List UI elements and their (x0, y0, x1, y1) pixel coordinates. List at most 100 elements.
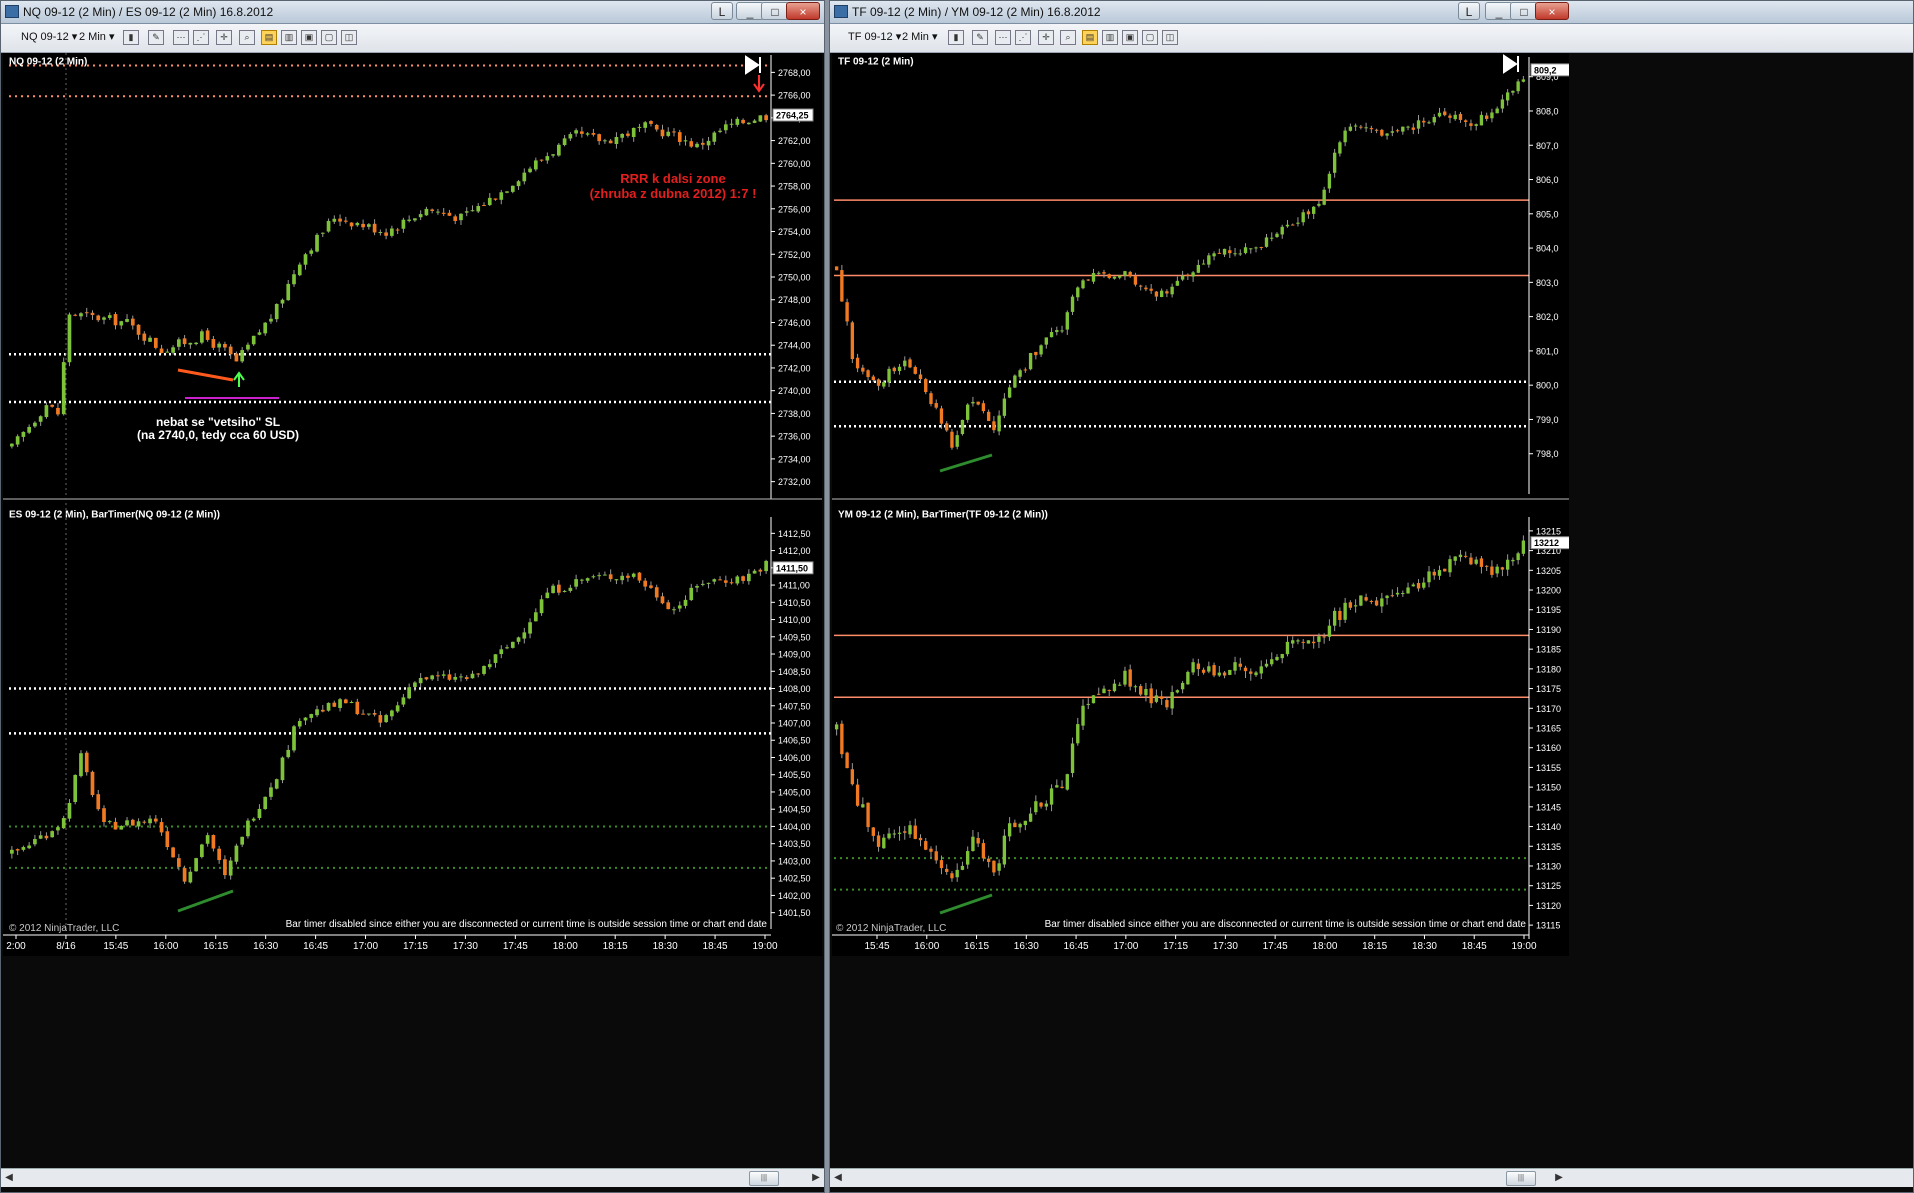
tf-candle (1243, 247, 1248, 254)
link-button[interactable]: L (711, 2, 733, 20)
bar-width-icon[interactable]: ▥ (281, 30, 297, 45)
scroll-left-icon[interactable]: ◀ (1, 1169, 17, 1187)
zoom-icon[interactable]: ⌕ (239, 30, 255, 45)
es-candle (464, 677, 469, 679)
zoom-icon[interactable]: ⌕ (1060, 30, 1076, 45)
drawing-tool-icon[interactable]: ✎ (972, 30, 988, 45)
es-candle (453, 676, 458, 680)
nq-candle (315, 234, 319, 252)
chart-style-icon[interactable]: ▮ (123, 30, 139, 45)
es-price-label: 1407,00 (778, 719, 811, 729)
tf-candle (1102, 272, 1106, 274)
rrr-annotation-line2: (zhruba z dubna 2012) 1:7 ! (590, 186, 757, 201)
crosshair-icon[interactable]: ✛ (1038, 30, 1054, 45)
es-candle (510, 641, 515, 648)
right-time-label: 17:30 (1213, 941, 1238, 952)
indicator-icon[interactable]: ⋯ (995, 30, 1011, 45)
minimize-button[interactable]: _ (736, 2, 764, 20)
link-button[interactable]: L (1458, 2, 1480, 20)
tf-last-price-label: 809,2 (1534, 65, 1557, 75)
scroll-thumb[interactable]: ||| (749, 1171, 779, 1186)
left-horizontal-scrollbar[interactable]: ◀ ||| ▶ (1, 1168, 824, 1187)
tf-candle (1380, 129, 1384, 136)
ym-candle (1443, 568, 1447, 572)
ym-candle (1500, 567, 1505, 570)
template-icon[interactable]: ◫ (1162, 30, 1178, 45)
nq-price-label: 2742,00 (778, 363, 811, 373)
nq-candle (309, 250, 314, 254)
es-candle (700, 583, 705, 585)
tf-candle (845, 302, 849, 322)
nq-candle (263, 322, 268, 334)
left-chart-area[interactable]: 2768,002766,002764,002762,002760,002758,… (3, 53, 822, 956)
ym-price-label: 13155 (1536, 763, 1561, 773)
tf-candle (1453, 114, 1457, 120)
scroll-right-icon[interactable]: ▶ (808, 1169, 824, 1187)
close-button[interactable]: × (786, 2, 820, 20)
instrument-selector[interactable]: NQ 09-12 ▾ (21, 29, 77, 46)
picture-icon[interactable]: ▣ (301, 30, 317, 45)
tf-candle (1301, 212, 1305, 223)
properties-icon[interactable]: ▢ (321, 30, 337, 45)
ym-candle (1097, 693, 1101, 695)
maximize-button[interactable]: □ (1510, 2, 1538, 20)
nq-candle (666, 131, 671, 136)
template-icon[interactable]: ◫ (341, 30, 357, 45)
tf-candle (1275, 233, 1279, 238)
es-candle (303, 717, 308, 721)
go-to-end-icon[interactable] (1503, 54, 1519, 74)
left-window-title: NQ 09-12 (2 Min) / ES 09-12 (2 Min) 16.8… (23, 5, 274, 19)
indicator-icon[interactable]: ⋯ (173, 30, 189, 45)
ym-candle (934, 851, 938, 861)
ym-candle (861, 804, 865, 808)
nq-candle (67, 314, 72, 363)
es-price-label: 1402,00 (778, 891, 811, 901)
instrument-selector[interactable]: TF 09-12 ▾ (848, 29, 901, 46)
right-chart-area[interactable]: 809,0 808,0 807,0 806,0 805,0 804,0 803,0 802,0… (832, 53, 1572, 956)
nq-candle (378, 232, 383, 234)
period-selector[interactable]: 2 Min ▾ (79, 29, 114, 46)
tf-candle (1422, 120, 1426, 123)
nq-price-pane: 2768,002766,002764,002762,002760,002758,… (9, 55, 814, 499)
properties-icon[interactable]: ▢ (1142, 30, 1158, 45)
ym-price-label: 13180 (1536, 664, 1561, 674)
right-title-bar[interactable]: TF 09-12 (2 Min) / YM 09-12 (2 Min) 16.8… (830, 1, 1913, 24)
data-box-icon[interactable]: ▤ (261, 30, 277, 45)
scroll-thumb[interactable]: ||| (1506, 1171, 1536, 1186)
strategy-icon[interactable]: ⋰ (1015, 30, 1031, 45)
tf-candle (887, 368, 891, 383)
app-icon (5, 5, 19, 18)
left-title-bar[interactable]: NQ 09-12 (2 Min) / ES 09-12 (2 Min) 16.8… (1, 1, 824, 24)
ym-candle (1322, 636, 1326, 638)
es-candle (113, 821, 118, 830)
nq-candle (626, 133, 630, 136)
tf-candle (1086, 279, 1090, 281)
chart-style-icon[interactable]: ▮ (948, 30, 964, 45)
scroll-left-icon[interactable]: ◀ (830, 1169, 846, 1187)
picture-icon[interactable]: ▣ (1122, 30, 1138, 45)
nq-price-label: 2738,00 (778, 409, 811, 419)
es-candle (695, 586, 699, 588)
ym-candle (1264, 663, 1269, 667)
ym-candle (1390, 595, 1394, 597)
strategy-icon[interactable]: ⋰ (193, 30, 209, 45)
drawing-tool-icon[interactable]: ✎ (148, 30, 164, 45)
crosshair-icon[interactable]: ✛ (216, 30, 232, 45)
nq-candle (608, 140, 613, 144)
ym-candle (1385, 595, 1389, 599)
tf-candle (1060, 330, 1064, 332)
nq-price-label: 2736,00 (778, 432, 811, 442)
maximize-button[interactable]: □ (761, 2, 789, 20)
scroll-right-icon[interactable]: ▶ (1551, 1169, 1567, 1187)
nq-candle (395, 229, 400, 231)
right-horizontal-scrollbar[interactable]: ◀ ||| ▶ (830, 1168, 1913, 1187)
tf-candle (1464, 120, 1468, 122)
minimize-button[interactable]: _ (1485, 2, 1513, 20)
data-box-icon[interactable]: ▤ (1082, 30, 1098, 45)
tf-candle (1228, 250, 1232, 254)
go-to-end-icon[interactable] (745, 55, 761, 75)
bar-width-icon[interactable]: ▥ (1102, 30, 1118, 45)
nq-candle (21, 431, 26, 437)
close-button[interactable]: × (1535, 2, 1569, 20)
period-selector[interactable]: 2 Min ▾ (902, 29, 937, 46)
